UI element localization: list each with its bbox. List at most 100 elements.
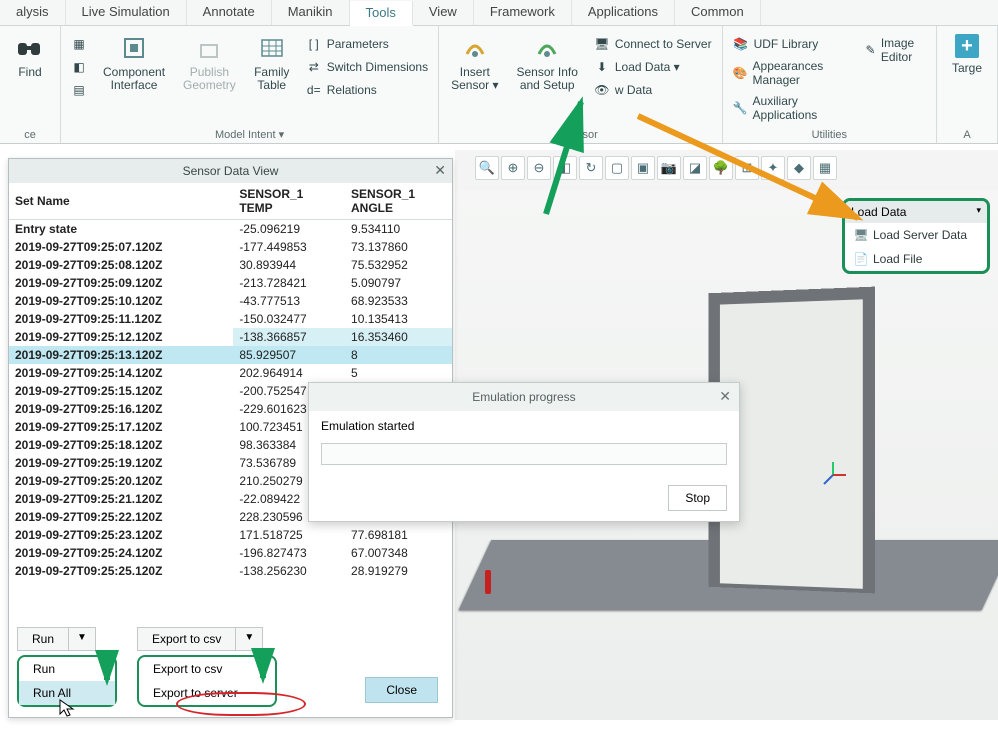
find-button[interactable]: Find <box>6 30 54 83</box>
zoom-in-icon[interactable]: ⊕ <box>501 156 525 180</box>
load-server-data-option[interactable]: 🖥Load Server Data <box>845 223 987 247</box>
menu-export-server[interactable]: Export to server <box>139 681 275 705</box>
palette-icon: 🎨 <box>733 65 748 81</box>
col-set-name[interactable]: Set Name <box>9 183 233 220</box>
tab-view[interactable]: View <box>413 0 474 25</box>
cube-icon[interactable]: ◪ <box>683 156 707 180</box>
server-icon: 🖥 <box>853 228 869 242</box>
insert-sensor-button[interactable]: Insert Sensor ▾ <box>445 30 504 96</box>
publish-geometry-button: Publish Geometry <box>177 30 242 96</box>
chevron-down-icon[interactable]: ▼ <box>68 627 96 651</box>
zoom-out-icon[interactable]: ⊖ <box>527 156 551 180</box>
table-row[interactable]: 2019-09-27T09:25:24.120Z-196.82747367.00… <box>9 544 452 562</box>
load-data-header[interactable]: Load Data <box>845 201 987 223</box>
close-icon[interactable]: ✕ <box>719 388 731 405</box>
axis-icon[interactable]: ✦ <box>761 156 785 180</box>
table-icon <box>258 34 286 62</box>
table-row[interactable]: 2019-09-27T09:25:25.120Z-138.25623028.91… <box>9 562 452 580</box>
emulation-status: Emulation started <box>321 419 727 433</box>
plus-icon: + <box>955 34 979 58</box>
pencil-icon: ✎ <box>865 42 876 58</box>
brackets-icon: [ ] <box>306 36 322 52</box>
tab-live-simulation[interactable]: Live Simulation <box>66 0 187 25</box>
ribbon: Find ce ▦ ◧ ▤ Component Interface Publis… <box>0 26 998 144</box>
file-icon: 📄 <box>853 252 869 266</box>
small-btn-3[interactable]: ▤ <box>67 80 91 100</box>
tree-icon[interactable]: 🌳 <box>709 156 733 180</box>
menu-export-csv[interactable]: Export to csv <box>139 657 275 681</box>
close-button[interactable]: Close <box>365 677 438 703</box>
load-data-dropdown: Load Data 🖥Load Server Data 📄Load File <box>842 198 990 274</box>
view-data-button[interactable]: 👁w Data <box>590 80 716 100</box>
close-icon[interactable]: ✕ <box>434 162 446 179</box>
small-btn-2[interactable]: ◧ <box>67 57 91 77</box>
tab-analysis[interactable]: alysis <box>0 0 66 25</box>
sensor-icon <box>461 34 489 62</box>
menu-run[interactable]: Run <box>19 657 115 681</box>
table-row[interactable]: 2019-09-27T09:25:12.120Z-138.36685716.35… <box>9 328 452 346</box>
auxiliary-apps-button[interactable]: 🔧Auxiliary Applications <box>729 92 836 124</box>
dialog-title: Emulation progress ✕ <box>309 383 739 411</box>
table-row[interactable]: 2019-09-27T09:25:07.120Z-177.44985373.13… <box>9 238 452 256</box>
sensor-info-button[interactable]: Sensor Info and Setup <box>511 30 584 96</box>
ribbon-tabs: alysis Live Simulation Annotate Manikin … <box>0 0 998 26</box>
small-btn-1[interactable]: ▦ <box>67 34 91 54</box>
publish-icon <box>195 34 223 62</box>
switch-dimensions-button[interactable]: ⇄Switch Dimensions <box>302 57 432 77</box>
viewport-toolbar: 🔍 ⊕ ⊖ ◧ ↻ ▢ ▣ 📷 ◪ 🌳 ⊞ ✦ ◆ ▦ <box>475 156 837 182</box>
chevron-down-icon[interactable]: ▼ <box>235 627 263 651</box>
tab-annotate[interactable]: Annotate <box>187 0 272 25</box>
table-row[interactable]: 2019-09-27T09:25:10.120Z-43.77751368.923… <box>9 292 452 310</box>
table-row[interactable]: 2019-09-27T09:25:13.120Z85.9295078 <box>9 346 452 364</box>
load-data-button[interactable]: ⬇Load Data ▾ <box>590 57 716 77</box>
axis-triad-icon <box>818 460 848 490</box>
progress-bar <box>321 443 727 465</box>
shade-icon[interactable]: ◆ <box>787 156 811 180</box>
sensor-info-icon <box>533 34 561 62</box>
menu-run-all[interactable]: Run All <box>19 681 115 705</box>
camera-icon[interactable]: 📷 <box>657 156 681 180</box>
more-icon[interactable]: ▦ <box>813 156 837 180</box>
download-icon: ⬇ <box>594 59 610 75</box>
appearances-button[interactable]: 🎨Appearances Manager <box>729 57 836 89</box>
connect-server-button[interactable]: 🖥Connect to Server <box>590 34 716 54</box>
relations-button[interactable]: d=Relations <box>302 80 432 100</box>
marker-icon <box>485 570 491 594</box>
ribbon-group-title[interactable]: Model Intent ▾ <box>67 126 432 143</box>
table-row[interactable]: 2019-09-27T09:25:11.120Z-150.03247710.13… <box>9 310 452 328</box>
box-icon[interactable]: ▢ <box>605 156 629 180</box>
tab-applications[interactable]: Applications <box>572 0 675 25</box>
binoculars-icon <box>16 34 44 62</box>
component-interface-button[interactable]: Component Interface <box>97 30 171 96</box>
table-row[interactable]: Entry state-25.0962199.534110 <box>9 220 452 239</box>
udf-library-button[interactable]: 📚UDF Library <box>729 34 836 54</box>
tab-common[interactable]: Common <box>675 0 761 25</box>
run-menu: Run Run All <box>17 655 117 707</box>
table-row[interactable]: 2019-09-27T09:25:14.120Z202.9649145 <box>9 364 452 382</box>
stop-button[interactable]: Stop <box>668 485 727 511</box>
view-icon[interactable]: ▣ <box>631 156 655 180</box>
ribbon-group-title: ce <box>6 127 54 143</box>
col-sensor1-temp[interactable]: SENSOR_1 TEMP <box>233 183 345 220</box>
zoom-fit-icon[interactable]: 🔍 <box>475 156 499 180</box>
ribbon-group-title: Sensor <box>445 127 715 143</box>
parameters-button[interactable]: [ ]Parameters <box>302 34 432 54</box>
tab-tools[interactable]: Tools <box>350 1 413 26</box>
spin-icon[interactable]: ↻ <box>579 156 603 180</box>
family-table-button[interactable]: Family Table <box>248 30 296 96</box>
emulation-progress-dialog: Emulation progress ✕ Emulation started S… <box>308 382 740 522</box>
table-row[interactable]: 2019-09-27T09:25:23.120Z171.51872577.698… <box>9 526 452 544</box>
tools-icon: 🔧 <box>733 100 748 116</box>
table-row[interactable]: 2019-09-27T09:25:08.120Z30.89394475.5329… <box>9 256 452 274</box>
grid-icon[interactable]: ⊞ <box>735 156 759 180</box>
export-split-button[interactable]: Export to csv ▼ <box>137 627 277 651</box>
tab-manikin[interactable]: Manikin <box>272 0 350 25</box>
tab-framework[interactable]: Framework <box>474 0 572 25</box>
table-row[interactable]: 2019-09-27T09:25:09.120Z-213.7284215.090… <box>9 274 452 292</box>
image-editor-button[interactable]: ✎Image Editor <box>861 34 930 66</box>
run-split-button[interactable]: Run ▼ <box>17 627 117 651</box>
load-file-option[interactable]: 📄Load File <box>845 247 987 271</box>
orient-icon[interactable]: ◧ <box>553 156 577 180</box>
target-button[interactable]: + Targe <box>943 30 991 79</box>
col-sensor1-angle[interactable]: SENSOR_1 ANGLE <box>345 183 452 220</box>
